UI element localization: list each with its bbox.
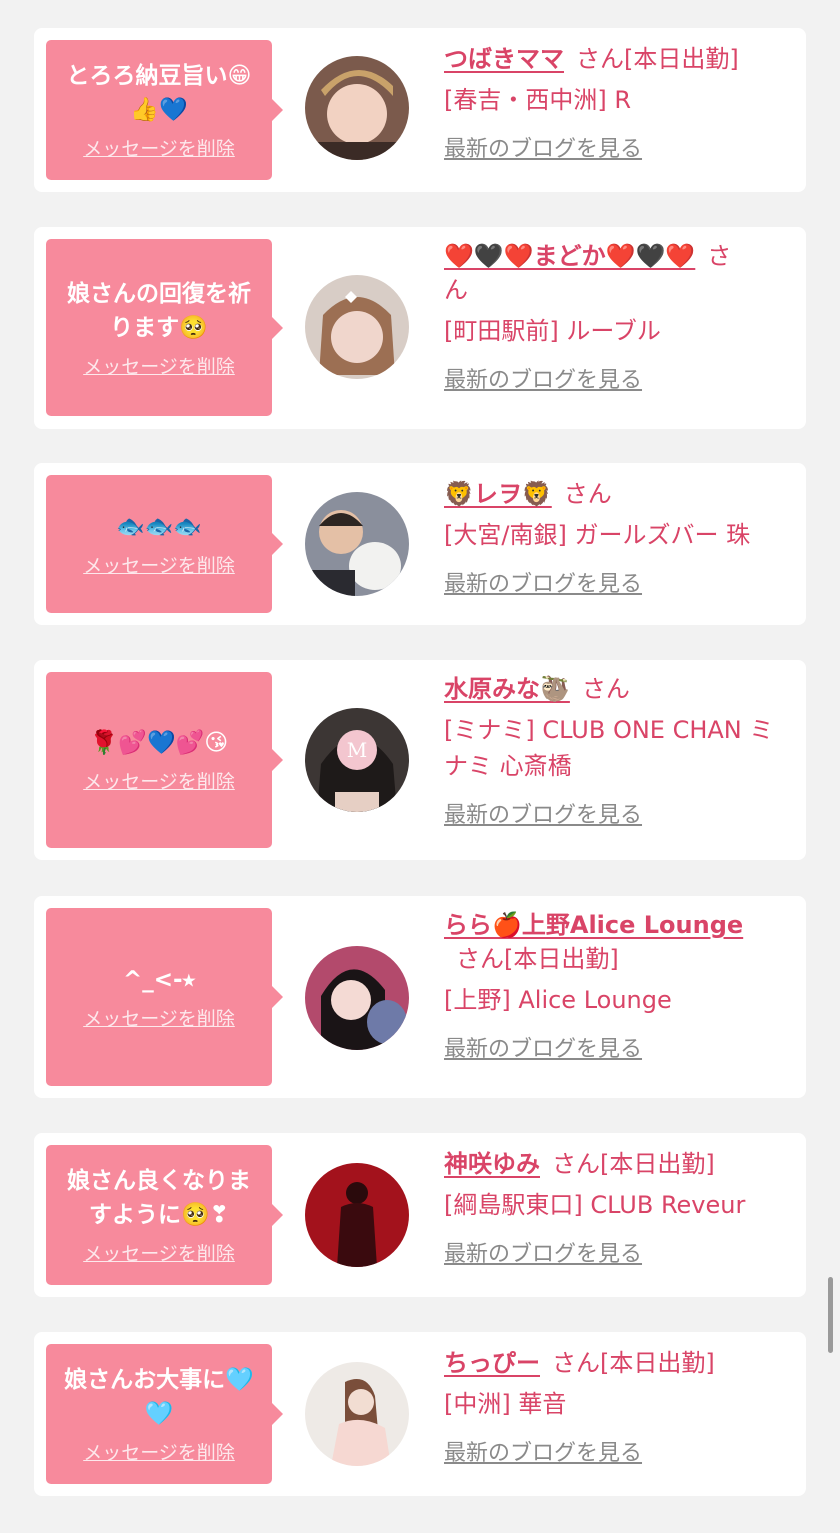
cast-name-link[interactable]: ❤️🖤❤️まどか❤️🖤❤️ [444,242,695,270]
cast-avatar[interactable] [305,275,409,379]
cast-name-link[interactable]: 神咲ゆみ [444,1150,540,1178]
cast-info: らら🍎上野Alice Lounge さん[本日出勤] [上野] Alice Lou… [444,908,784,1064]
message-card: ^_<-⭑ メッセージを削除 らら🍎上野Alice Lounge さん[本日出勤]… [34,896,806,1098]
cast-info: ❤️🖤❤️まどか❤️🖤❤️ さん [町田駅前] ルーブル 最新のブログを見る [444,239,784,395]
latest-blog-link[interactable]: 最新のブログを見る [444,802,642,830]
cast-info: 🦁レヲ🦁 さん [大宮/南銀] ガールズバー 珠 最新のブログを見る [444,477,784,599]
cast-name-line: ❤️🖤❤️まどか❤️🖤❤️ さん [444,239,784,307]
cast-name-line: 🦁レヲ🦁 さん [444,477,784,511]
message-text: 🌹💕💙💕😘 [89,730,229,756]
message-text: 🐟🐟🐟 [116,514,202,540]
message-text: 娘さんの回復を祈 ります🥺 [67,280,251,341]
honorific-label: さん [456,945,504,973]
cast-name-link[interactable]: 🦁レヲ🦁 [444,480,552,508]
cast-name-line: 水原みな🦥 さん [444,672,784,706]
message-bubble: 娘さん良くなりま すように🥺❣ メッセージを削除 [46,1145,283,1285]
message-text: 娘さんお大事に🩵 🩵 [64,1367,254,1427]
message-text: 娘さん良くなりま すように🥺❣ [67,1168,251,1228]
shop-label: [春吉・西中洲] R [444,86,632,114]
shop-label: [ミナミ] CLUB ONE CHAN ミナミ 心斎橋 [444,716,774,780]
latest-blog-link[interactable]: 最新のブログを見る [444,367,642,395]
message-bubble: とろろ納豆旨い😁 👍💙 メッセージを削除 [46,40,283,180]
honorific-label: さん [581,675,630,703]
delete-message-link[interactable]: メッセージを削除 [83,1007,235,1031]
cast-avatar[interactable] [305,1163,409,1267]
avatar-photo-icon [305,1362,409,1466]
delete-message-link[interactable]: メッセージを削除 [83,137,235,161]
cast-name-line: 神咲ゆみ さん[本日出勤] [444,1147,784,1181]
cast-avatar[interactable] [305,492,409,596]
delete-message-link[interactable]: メッセージを削除 [83,770,235,794]
honorific-label: さん [563,480,612,508]
message-card: とろろ納豆旨い😁 👍💙 メッセージを削除 つばきママ さん[本日出勤] [春吉・西… [34,28,806,192]
attendance-status: [本日出勤] [624,45,739,73]
message-bubble: 🌹💕💙💕😘 メッセージを削除 [46,672,283,848]
cast-info: 水原みな🦥 さん [ミナミ] CLUB ONE CHAN ミナミ 心斎橋 最新のブ… [444,672,784,830]
cast-name-link[interactable]: らら🍎上野Alice Lounge [444,911,743,939]
cast-avatar[interactable]: M [305,708,409,812]
attendance-status: [本日出勤] [600,1150,715,1178]
cast-info: ちっぴー さん[本日出勤] [中洲] 華音 最新のブログを見る [444,1346,784,1468]
shop-label: [大宮/南銀] ガールズバー 珠 [444,521,751,549]
latest-blog-link[interactable]: 最新のブログを見る [444,1241,642,1269]
avatar-photo-icon [305,275,409,379]
delete-message-link[interactable]: メッセージを削除 [83,355,235,379]
cast-name-link[interactable]: 水原みな🦥 [444,675,570,703]
cast-name-link[interactable]: ちっぴー [444,1349,540,1377]
scrollbar[interactable] [828,1277,833,1353]
latest-blog-link[interactable]: 最新のブログを見る [444,1036,642,1064]
delete-message-link[interactable]: メッセージを削除 [83,1441,235,1465]
message-card: 🌹💕💙💕😘 メッセージを削除 M 水原みな🦥 さん [ミナミ] CLUB ONE … [34,660,806,860]
cast-name-link[interactable]: つばきママ [444,45,564,73]
attendance-status: [本日出勤] [504,945,619,973]
honorific-label: さん [576,45,624,73]
cast-name-line: つばきママ さん[本日出勤] [444,42,784,76]
message-card: 娘さんお大事に🩵 🩵 メッセージを削除 ちっぴー さん[本日出勤] [中洲] 華音… [34,1332,806,1496]
cast-avatar[interactable] [305,56,409,160]
honorific-label: さん [552,1150,600,1178]
attendance-status: [本日出勤] [600,1349,715,1377]
avatar-photo-icon [305,1163,409,1267]
latest-blog-link[interactable]: 最新のブログを見る [444,571,642,599]
message-card: 娘さんの回復を祈 ります🥺 メッセージを削除 ❤️🖤❤️まどか❤️🖤❤️ さん [… [34,227,806,429]
avatar-photo-icon [305,56,409,160]
message-card: 🐟🐟🐟 メッセージを削除 🦁レヲ🦁 さん [大宮/南銀] ガールズバー 珠 最新の… [34,463,806,625]
cast-info: つばきママ さん[本日出勤] [春吉・西中洲] R 最新のブログを見る [444,42,784,164]
shop-label: [綱島駅東口] CLUB Reveur [444,1191,746,1219]
cast-avatar[interactable] [305,946,409,1050]
message-card: 娘さん良くなりま すように🥺❣ メッセージを削除 神咲ゆみ さん[本日出勤] [綱… [34,1133,806,1297]
honorific-label: さん [552,1349,600,1377]
cast-info: 神咲ゆみ さん[本日出勤] [綱島駅東口] CLUB Reveur 最新のブログを… [444,1147,784,1269]
cast-avatar[interactable] [305,1362,409,1466]
svg-text:M: M [347,738,367,762]
avatar-photo-icon [305,492,409,596]
message-text: ^_<-⭑ [122,967,195,993]
message-bubble: 娘さんお大事に🩵 🩵 メッセージを削除 [46,1344,283,1484]
latest-blog-link[interactable]: 最新のブログを見る [444,1440,642,1468]
message-bubble: 🐟🐟🐟 メッセージを削除 [46,475,283,613]
delete-message-link[interactable]: メッセージを削除 [83,1242,235,1266]
avatar-photo-icon [305,946,409,1050]
message-text: とろろ納豆旨い😁 👍💙 [66,63,252,123]
shop-label: [上野] Alice Lounge [444,986,672,1014]
latest-blog-link[interactable]: 最新のブログを見る [444,136,642,164]
cast-name-line: ちっぴー さん[本日出勤] [444,1346,784,1380]
cast-name-line: らら🍎上野Alice Lounge さん[本日出勤] [444,908,784,976]
message-bubble: 娘さんの回復を祈 ります🥺 メッセージを削除 [46,239,283,416]
shop-label: [中洲] 華音 [444,1390,567,1418]
avatar-photo-icon: M [305,708,409,812]
shop-label: [町田駅前] ルーブル [444,317,661,345]
delete-message-link[interactable]: メッセージを削除 [83,554,235,578]
message-bubble: ^_<-⭑ メッセージを削除 [46,908,283,1086]
